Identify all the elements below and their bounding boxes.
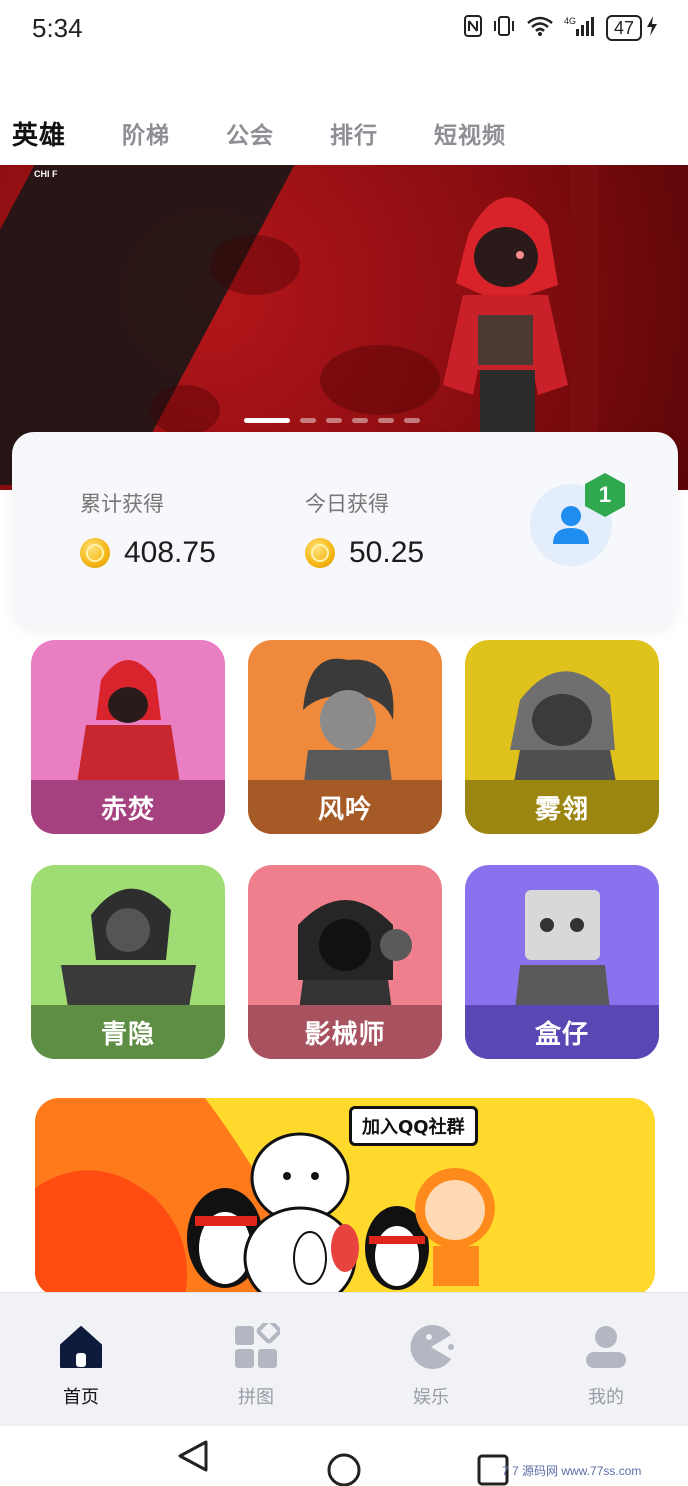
total-earnings-label: 累计获得 (80, 492, 164, 516)
hero-name: 影械师 (304, 1019, 386, 1050)
nav-item-home[interactable]: 首页 (31, 1323, 131, 1409)
notification-badge[interactable]: 1 (584, 472, 626, 518)
tab-heroes[interactable]: 英雄 (12, 115, 66, 152)
hero-name: 雾翎 (534, 794, 589, 825)
banner-dot[interactable] (326, 418, 342, 423)
signal-4g-icon: 4G (564, 15, 596, 42)
qq-banner-art (35, 1098, 495, 1296)
badge-count: 1 (598, 482, 612, 507)
profile-icon (586, 1326, 626, 1368)
hero-name-bar: 风吟 (248, 780, 442, 834)
banner-splat (210, 235, 300, 295)
pacman-icon (410, 1325, 454, 1369)
hero-name: 盒仔 (534, 1019, 589, 1050)
total-earnings: 累计获得 408.75 (80, 488, 216, 570)
vibrate-icon (492, 15, 516, 42)
hero-name-bar: 影械师 (248, 1005, 442, 1059)
charging-icon (646, 15, 658, 41)
total-earnings-value: 408.75 (124, 536, 216, 569)
svg-text:4G: 4G (564, 16, 576, 26)
coin-icon (80, 538, 110, 568)
nav-back-button[interactable] (176, 1440, 212, 1476)
nav-label-mine: 我的 (588, 1387, 624, 1408)
hero-name: 风吟 (317, 794, 372, 825)
tab-ladder[interactable]: 阶梯 (122, 116, 170, 150)
hero-name: 赤焚 (100, 794, 155, 825)
nav-item-puzzle[interactable]: 拼图 (206, 1323, 306, 1409)
top-tabs: 英雄 阶梯 公会 排行 短视频 (0, 110, 688, 156)
banner-corner-text: CHI F (34, 169, 58, 179)
qq-community-banner[interactable]: 加入QQ社群 (35, 1098, 655, 1296)
hero-name-bar: 雾翎 (465, 780, 659, 834)
hero-name: 青隐 (100, 1019, 155, 1050)
banner-pagination (244, 418, 420, 423)
tab-ranking[interactable]: 排行 (330, 116, 378, 150)
banner-dot-active[interactable] (244, 418, 290, 423)
hero-name-bar: 赤焚 (31, 780, 225, 834)
today-earnings: 今日获得 50.25 (305, 488, 424, 570)
watermark-text: 7 7 源码网 www.77ss.com (502, 1464, 642, 1478)
nav-label-home: 首页 (63, 1387, 99, 1408)
coin-icon (305, 538, 335, 568)
nav-label-puzzle: 拼图 (238, 1387, 274, 1408)
battery-level: 47 (605, 15, 642, 41)
hero-name-bar: 盒仔 (465, 1005, 659, 1059)
nav-item-entertainment[interactable]: 娱乐 (381, 1323, 481, 1409)
banner-dot[interactable] (300, 418, 316, 423)
banner-dot[interactable] (404, 418, 420, 423)
today-earnings-label: 今日获得 (305, 492, 389, 516)
hero-name-bar: 青隐 (31, 1005, 225, 1059)
hero-card-fengyin[interactable]: 风吟 (248, 640, 442, 834)
tab-short-video[interactable]: 短视频 (434, 116, 506, 150)
banner-dot[interactable] (352, 418, 368, 423)
status-bar: 5:34 4G 47 (0, 0, 688, 56)
wifi-icon (526, 15, 554, 42)
qq-speech-bubble: 加入QQ社群 (349, 1106, 478, 1146)
nfc-icon (463, 14, 482, 42)
hero-card-yingxieshi[interactable]: 影械师 (248, 865, 442, 1059)
banner-splat (150, 385, 220, 435)
bottom-nav: 首页 拼图 娱乐 我的 (0, 1292, 688, 1426)
banner-dot[interactable] (378, 418, 394, 423)
battery-indicator: 47 (605, 15, 658, 41)
tab-guild[interactable]: 公会 (226, 116, 274, 150)
nav-item-mine[interactable]: 我的 (556, 1323, 656, 1409)
home-icon (60, 1326, 102, 1368)
hero-card-wuling[interactable]: 雾翎 (465, 640, 659, 834)
puzzle-grid-icon (235, 1323, 280, 1368)
status-icons: 4G 47 (463, 14, 658, 42)
today-earnings-value: 50.25 (349, 536, 425, 569)
hero-card-qingyin[interactable]: 青隐 (31, 865, 225, 1059)
hero-card-hezai[interactable]: 盒仔 (465, 865, 659, 1059)
nav-home-button[interactable] (326, 1450, 362, 1486)
nav-label-entertainment: 娱乐 (413, 1387, 449, 1408)
earnings-card: 累计获得 408.75 今日获得 50.25 1 (12, 432, 678, 626)
hero-card-chifen[interactable]: 赤焚 (31, 640, 225, 834)
status-time: 5:34 (32, 12, 83, 43)
